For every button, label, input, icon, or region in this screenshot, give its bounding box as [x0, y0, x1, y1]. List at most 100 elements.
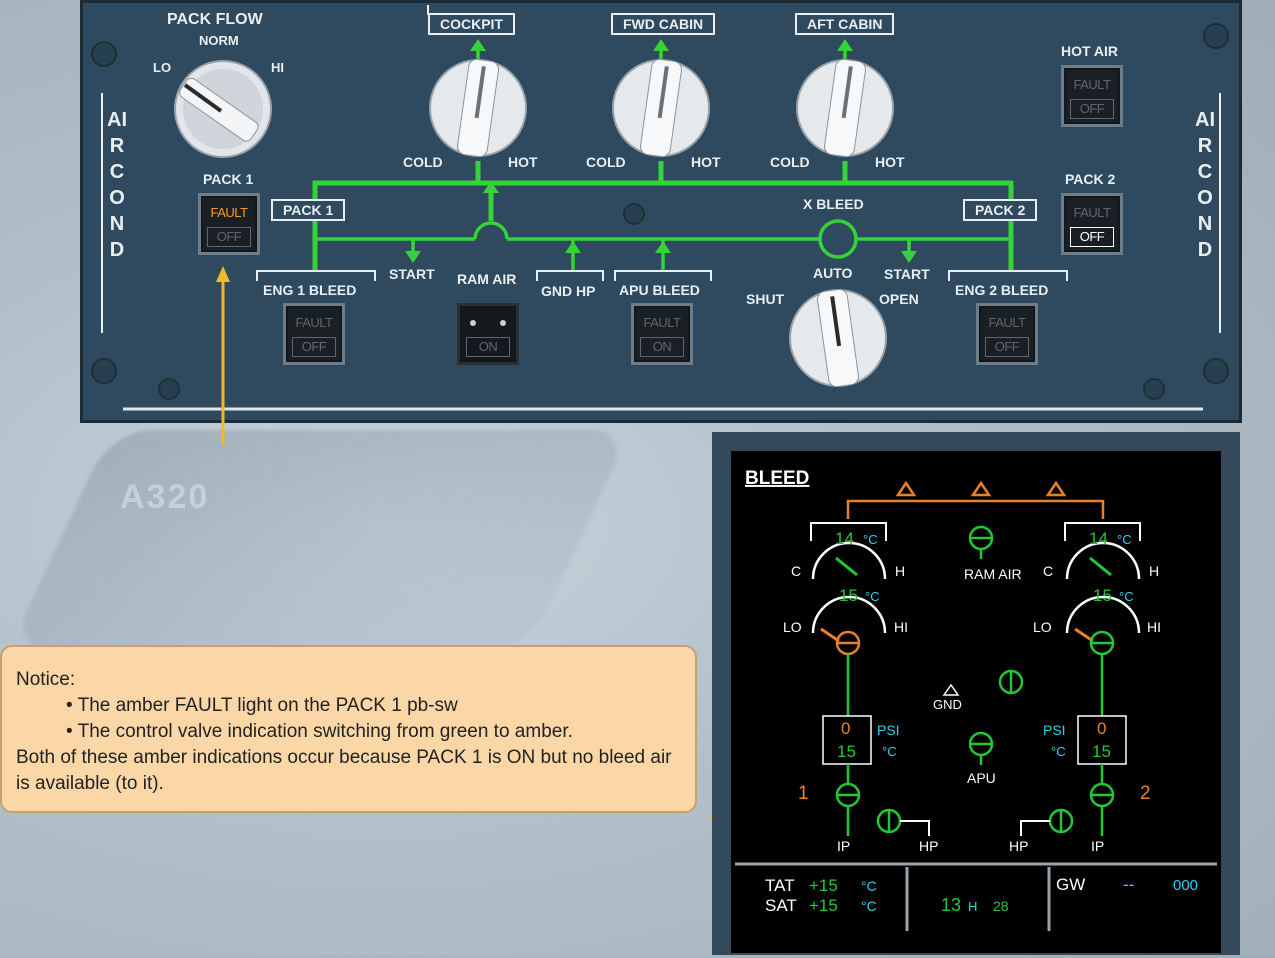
- eng1-bleed-off-light: OFF: [292, 337, 336, 357]
- bleed-synoptic: BLEED 14 °C 15 °C C H LO HI 0 15 PSI °C …: [735, 468, 1217, 931]
- left-pack-indication: 14 °C 15 °C C H LO HI 0 15 PSI °C 1 IP H…: [783, 522, 938, 854]
- pack1-title: PACK 1: [203, 171, 254, 187]
- fwd-cabin-hot-label: HOT: [691, 154, 721, 170]
- right-lo-label: LO: [1033, 619, 1052, 635]
- apu-bleed-fault-light: FAULT: [643, 315, 682, 330]
- ram-air-label: RAM AIR: [964, 566, 1022, 582]
- guard-screw: [500, 320, 506, 326]
- left-c-label: C: [791, 563, 801, 579]
- sat-label: SAT: [765, 896, 797, 915]
- ecam-title: BLEED: [745, 468, 809, 489]
- notice-heading: Notice:: [16, 669, 76, 690]
- fwd-cabin-temp-knob[interactable]: [606, 58, 716, 168]
- start-label-left: START: [389, 266, 435, 282]
- left-psi-value: 0: [841, 719, 850, 738]
- fwd-cabin-cold-label: COLD: [586, 154, 626, 170]
- hot-air-fault-light: FAULT: [1073, 77, 1112, 92]
- pack-flow-selector-knob[interactable]: [171, 53, 281, 163]
- eng1-bleed-pushbutton[interactable]: FAULT OFF: [283, 303, 345, 365]
- x-bleed-selector-knob[interactable]: [783, 286, 893, 396]
- sat-unit: °C: [861, 898, 877, 914]
- notice-callout: Notice: • The amber FAULT light on the P…: [0, 645, 697, 813]
- right-bleed-temp: 15: [1092, 742, 1111, 761]
- air-cond-overhead-panel: AIR COND AIR COND PACK FLOW NORM LO HI C…: [80, 0, 1242, 423]
- ecam-screen: BLEED 14 °C 15 °C C H LO HI 0 15 PSI °C …: [731, 451, 1221, 953]
- hot-air-off-light: OFF: [1070, 99, 1114, 119]
- fwd-cabin-title: FWD CABIN: [611, 13, 716, 35]
- pack-flow-lo-label: LO: [153, 60, 172, 75]
- left-hi-label: HI: [894, 619, 908, 635]
- pack1-duct-label: PACK 1: [271, 199, 346, 221]
- aft-cabin-title: AFT CABIN: [795, 13, 895, 35]
- left-engine-number: 1: [798, 783, 809, 804]
- x-bleed-title: X BLEED: [803, 196, 864, 212]
- right-psi-label: PSI: [1043, 722, 1066, 738]
- cockpit-hot-label: HOT: [508, 154, 538, 170]
- pack2-pushbutton[interactable]: FAULT OFF: [1061, 193, 1123, 255]
- left-psi-label: PSI: [877, 722, 900, 738]
- notice-bullet-text: The amber FAULT light on the PACK 1 pb-s…: [77, 695, 458, 716]
- right-engine-number: 2: [1140, 783, 1151, 804]
- pack-flow-norm-label: NORM: [199, 33, 239, 48]
- pack-flow-title: PACK FLOW: [167, 11, 263, 28]
- right-bleed-unit: °C: [1051, 744, 1066, 759]
- right-h-label: H: [1149, 563, 1159, 579]
- ram-air-on-light: ON: [466, 337, 510, 357]
- left-bleed-temp: 15: [837, 742, 856, 761]
- left-pack-temp: 15: [839, 586, 858, 605]
- right-c-label: C: [1043, 563, 1053, 579]
- eng2-bleed-off-light: OFF: [985, 337, 1029, 357]
- pack1-off-light: OFF: [207, 227, 251, 247]
- right-pack-temp: 15: [1093, 586, 1112, 605]
- apu-bleed-title: APU BLEED: [619, 282, 700, 298]
- eng1-bleed-fault-light: FAULT: [295, 315, 334, 330]
- notice-bullet: • The amber FAULT light on the PACK 1 pb…: [66, 695, 458, 716]
- pack1-pushbutton[interactable]: FAULT OFF: [198, 193, 260, 255]
- aft-cabin-cold-label: COLD: [770, 154, 810, 170]
- notice-body: Both of these amber indications occur be…: [16, 747, 672, 794]
- left-h-label: H: [895, 563, 905, 579]
- eng2-bleed-pushbutton[interactable]: FAULT OFF: [976, 303, 1038, 365]
- ram-air-guarded-pushbutton[interactable]: ON: [457, 303, 519, 365]
- eng2-bleed-title: ENG 2 BLEED: [955, 282, 1049, 298]
- gw-value: --: [1123, 875, 1134, 894]
- start-label-right: START: [884, 266, 930, 282]
- pack2-off-light: OFF: [1070, 227, 1114, 247]
- right-psi-value: 0: [1097, 719, 1106, 738]
- ecam-bleed-display: BLEED 14 °C 15 °C C H LO HI 0 15 PSI °C …: [712, 432, 1240, 955]
- gnd-triangle: [942, 683, 960, 696]
- hot-air-title: HOT AIR: [1061, 43, 1119, 59]
- cockpit-temp-knob[interactable]: [423, 58, 533, 168]
- gnd-hp-label: GND HP: [541, 283, 596, 299]
- right-hp-label: HP: [1009, 838, 1028, 854]
- sat-value: +15: [809, 896, 838, 915]
- left-comp-unit: °C: [863, 532, 878, 547]
- guard-screw: [470, 320, 476, 326]
- tat-unit: °C: [861, 878, 877, 894]
- pack2-title: PACK 2: [1065, 171, 1116, 187]
- background-wing: [8, 430, 632, 650]
- time-minutes: 28: [993, 898, 1009, 914]
- ram-air-title: RAM AIR: [457, 271, 517, 287]
- notice-bullet: • The control valve indication switching…: [66, 721, 573, 742]
- apu-bleed-pushbutton[interactable]: FAULT ON: [631, 303, 693, 365]
- aft-cabin-temp-knob[interactable]: [790, 58, 900, 168]
- apu-bleed-on-light: ON: [640, 337, 684, 357]
- pack2-fault-light: FAULT: [1073, 205, 1112, 220]
- left-bleed-unit: °C: [882, 744, 897, 759]
- left-ip-label: IP: [837, 838, 850, 854]
- pack1-fault-light: FAULT: [210, 205, 249, 220]
- left-comp-temp: 14: [835, 529, 854, 548]
- cockpit-title: COCKPIT: [428, 13, 515, 35]
- apu-label: APU: [967, 770, 996, 786]
- x-bleed-shut-label: SHUT: [746, 291, 785, 307]
- tat-value: +15: [809, 876, 838, 895]
- pack2-duct-label: PACK 2: [963, 199, 1038, 221]
- time-separator: H: [968, 899, 977, 914]
- hot-air-pushbutton[interactable]: FAULT OFF: [1061, 65, 1123, 127]
- right-ip-label: IP: [1091, 838, 1104, 854]
- right-pack-indication: 14 °C 15 °C C H LO HI 0 15 PSI °C 2 IP H…: [1009, 522, 1161, 854]
- notice-bullet-text: The control valve indication switching f…: [77, 721, 573, 742]
- eng1-bleed-title: ENG 1 BLEED: [263, 282, 357, 298]
- aft-cabin-hot-label: HOT: [875, 154, 905, 170]
